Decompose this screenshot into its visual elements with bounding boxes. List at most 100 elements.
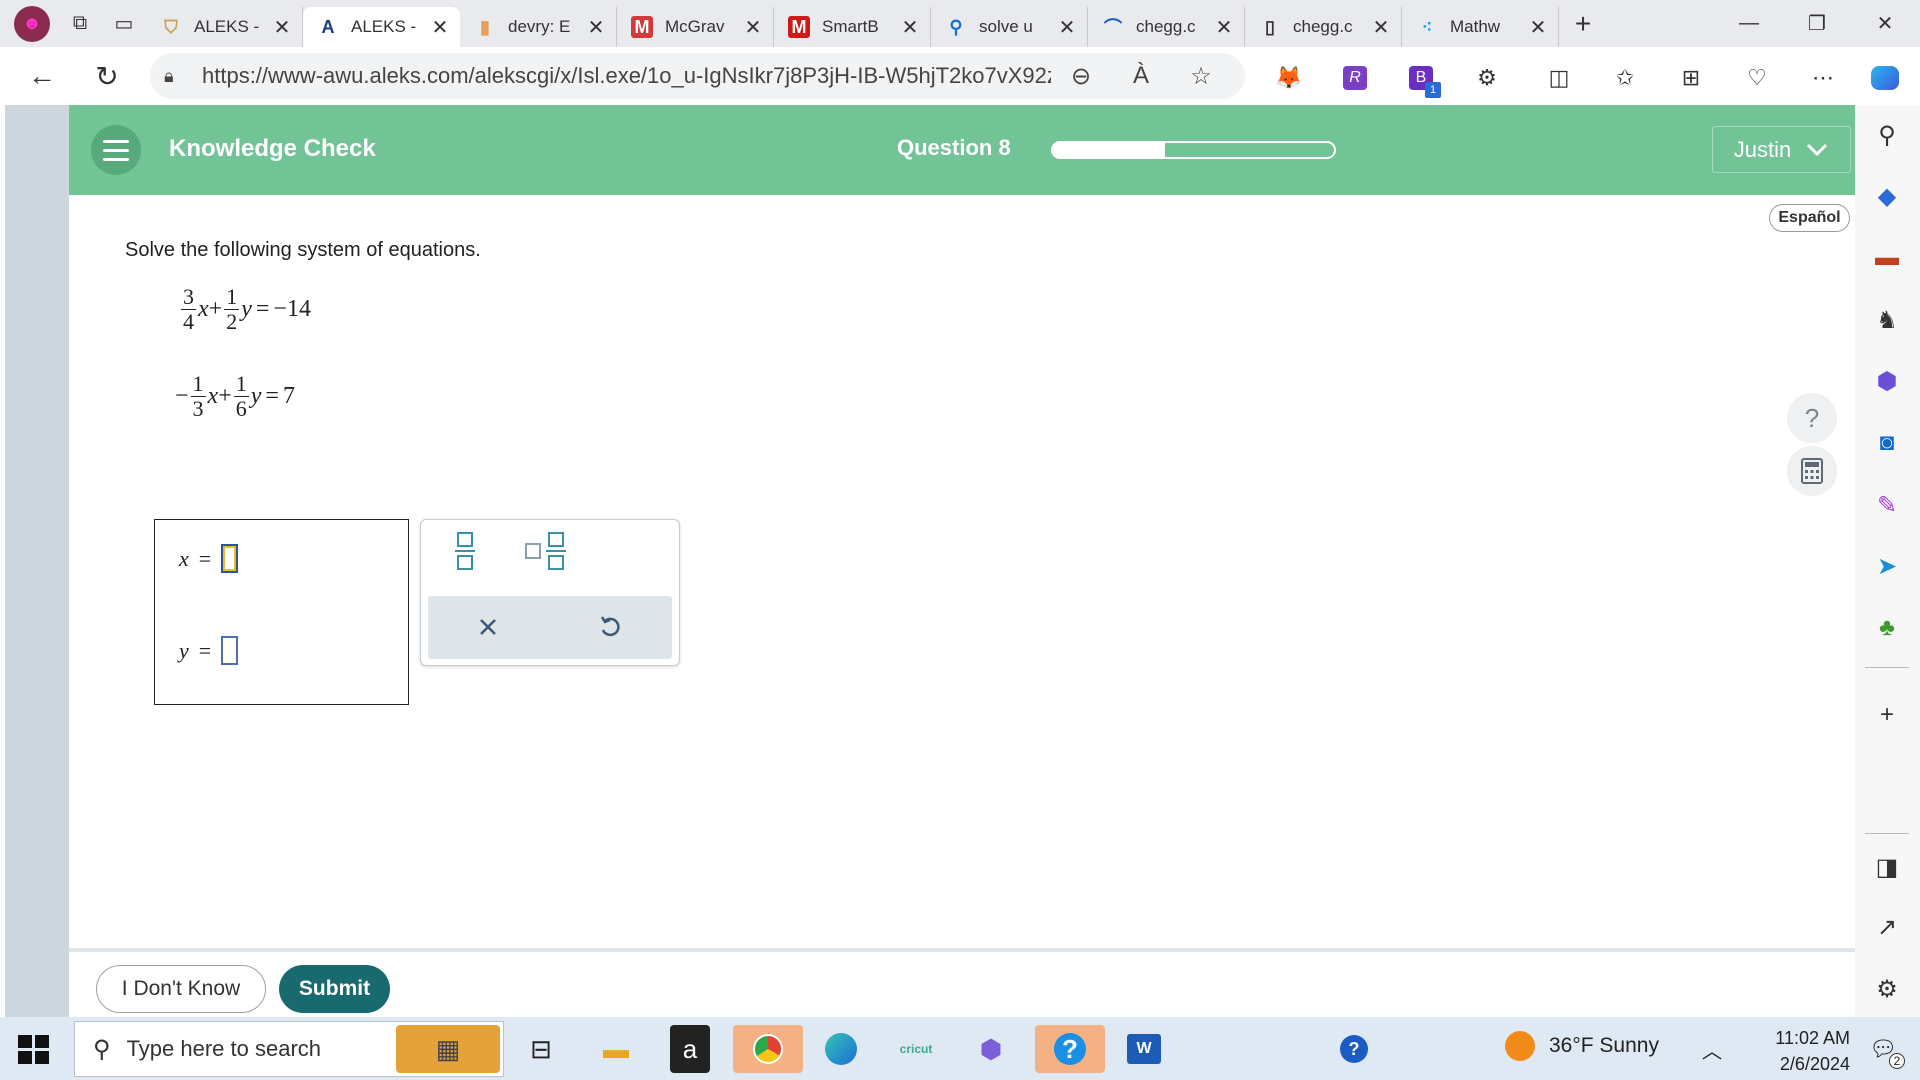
windows-start-icon[interactable]	[14, 1031, 54, 1067]
amazon-icon[interactable]: a	[670, 1025, 710, 1073]
extensions-puzzle-icon[interactable]: ⚙	[1467, 58, 1507, 98]
aleks-a-icon: A	[321, 16, 335, 37]
close-tab-icon[interactable]: ✕	[1371, 15, 1391, 40]
zoom-icon[interactable]: ⊖	[1051, 62, 1111, 91]
weather-widget[interactable]: 36°F Sunny	[1505, 1031, 1659, 1061]
close-tab-icon[interactable]: ✕	[900, 15, 920, 40]
taskbar-clock[interactable]: 11:02 AM 2/6/2024	[1730, 1025, 1850, 1077]
shopping-tag-icon[interactable]: ◆	[1867, 176, 1907, 216]
task-view-icon[interactable]: ⊟	[515, 1025, 567, 1073]
y-answer-input[interactable]	[221, 636, 239, 665]
copilot-app-icon[interactable]: ⬢	[965, 1025, 1017, 1073]
copilot-icon[interactable]	[1865, 58, 1905, 98]
send-icon[interactable]: ➤	[1867, 546, 1907, 586]
close-tab-icon[interactable]: ✕	[1214, 15, 1234, 40]
favorites-icon[interactable]: ✩	[1605, 58, 1645, 98]
cricut-icon[interactable]: cricut	[890, 1025, 942, 1073]
frac-denominator: 3	[192, 396, 204, 421]
file-explorer-icon[interactable]: ▬	[590, 1025, 642, 1073]
browser-tab[interactable]: ⛉ ALEKS - ✕	[146, 7, 303, 47]
close-tab-icon[interactable]: ✕	[743, 15, 763, 40]
browser-tab[interactable]: M McGrav ✕	[617, 7, 774, 47]
favorite-star-icon[interactable]: ☆	[1171, 62, 1231, 91]
tab-title: ALEKS -	[351, 17, 417, 36]
progress-fill	[1053, 143, 1166, 157]
calculator-button[interactable]	[1787, 446, 1837, 496]
search-icon[interactable]: ⚲	[1867, 115, 1907, 155]
profile-avatar[interactable]: ☻	[14, 5, 50, 42]
lock-icon[interactable]: 🔒︎	[164, 66, 188, 87]
undo-button[interactable]	[580, 602, 640, 652]
frac-numerator: 3	[181, 284, 196, 310]
fraction-button[interactable]	[435, 526, 495, 576]
equation-2-rhs: 7	[282, 383, 295, 409]
browser-tab[interactable]: A ALEKS - ✕	[303, 7, 460, 47]
close-tab-icon[interactable]: ✕	[586, 15, 606, 40]
chrome-icon[interactable]	[733, 1025, 803, 1073]
workspaces-icon[interactable]: ⧉	[58, 6, 102, 42]
designer-icon[interactable]: ✎	[1867, 485, 1907, 525]
help-app-icon[interactable]: ?	[1035, 1025, 1105, 1073]
browser-tab[interactable]: M SmartB ✕	[774, 7, 931, 47]
back-button[interactable]: ←	[10, 53, 74, 99]
plus-sign: +	[218, 383, 232, 409]
games-chess-icon[interactable]: ♞	[1867, 300, 1907, 340]
user-menu-button[interactable]: Justin	[1712, 126, 1851, 173]
tab-title: McGrav	[665, 17, 725, 36]
new-tab-button[interactable]: +	[1563, 6, 1603, 42]
tree-icon[interactable]: ♣	[1867, 608, 1907, 648]
read-aloud-icon[interactable]: À	[1111, 62, 1171, 90]
url-text[interactable]: https://www-awu.aleks.com/alekscgi/x/Isl…	[202, 63, 1051, 89]
notifications-icon[interactable]: 💬︎ 2	[1857, 1025, 1909, 1073]
help-button[interactable]: ?	[1787, 393, 1837, 443]
dont-know-button[interactable]: I Don't Know	[96, 965, 266, 1013]
settings-gear-icon[interactable]: ⚙	[1867, 969, 1907, 1009]
extension-r-icon[interactable]: R	[1335, 58, 1375, 98]
M-icon: M	[631, 16, 653, 38]
browser-tab[interactable]: ▯ chegg.c ✕	[1245, 7, 1402, 47]
extension-b-icon[interactable]: B1	[1401, 58, 1441, 98]
x-answer-input[interactable]	[221, 544, 239, 573]
hide-sidebar-icon[interactable]: ◨	[1867, 847, 1907, 887]
split-screen-icon[interactable]: ◫	[1539, 58, 1579, 98]
outlook-icon[interactable]: ◙	[1867, 423, 1907, 463]
clear-button[interactable]	[458, 602, 518, 652]
weather-text: 36°F Sunny	[1549, 1034, 1659, 1057]
more-menu-icon[interactable]: ⋯	[1803, 58, 1843, 98]
restore-button[interactable]: ❐	[1783, 0, 1851, 47]
edge-icon[interactable]	[815, 1025, 867, 1073]
frac-denominator: 2	[226, 309, 238, 334]
minimize-button[interactable]: —	[1715, 0, 1783, 47]
url-bar[interactable]: 🔒︎ https://www-awu.aleks.com/alekscgi/x/…	[150, 53, 1245, 99]
tools-briefcase-icon[interactable]: ▬	[1867, 238, 1907, 278]
browser-tab[interactable]: ⚲ solve u ✕	[931, 7, 1088, 47]
hamburger-menu-button[interactable]	[91, 125, 141, 175]
close-window-button[interactable]: ✕	[1851, 0, 1919, 47]
browser-essentials-icon[interactable]: ♡	[1737, 58, 1777, 98]
refresh-button[interactable]: ↻	[75, 53, 139, 99]
tab-actions-icon[interactable]: ▭	[102, 6, 146, 42]
word-icon[interactable]: W	[1118, 1025, 1170, 1073]
open-external-icon[interactable]: ↗	[1867, 907, 1907, 947]
browser-tab[interactable]: ▮ devry: E ✕	[460, 7, 617, 47]
submit-button[interactable]: Submit	[279, 965, 390, 1013]
calculator-app-icon[interactable]: ▦	[396, 1025, 500, 1073]
close-tab-icon[interactable]: ✕	[272, 15, 292, 40]
browser-tab[interactable]: ⁖ Mathw ✕	[1402, 7, 1559, 47]
aleks-content: Knowledge Check Question 8 Justin Españo…	[69, 105, 1855, 1017]
help-tray-icon[interactable]: ?	[1328, 1025, 1380, 1073]
browser-tab[interactable]: ⌒ chegg.c ✕	[1088, 7, 1245, 47]
microsoft365-icon[interactable]: ⬢	[1867, 361, 1907, 401]
add-icon[interactable]: +	[1867, 695, 1907, 735]
collections-icon[interactable]: ⊞	[1671, 58, 1711, 98]
palette-action-bar	[428, 596, 672, 659]
close-tab-icon[interactable]: ✕	[1057, 15, 1077, 40]
equals-sign: =	[198, 545, 212, 571]
mixed-number-button[interactable]	[516, 526, 576, 576]
espanol-button[interactable]: Español	[1769, 204, 1850, 232]
tab-title: chegg.c	[1293, 17, 1353, 36]
close-tab-icon[interactable]: ✕	[1528, 15, 1548, 40]
close-tab-icon[interactable]: ✕	[430, 15, 450, 40]
metamask-extension-icon[interactable]: 🦊	[1269, 58, 1309, 98]
equation-1: 34 x + 12 y = −14	[179, 285, 311, 334]
